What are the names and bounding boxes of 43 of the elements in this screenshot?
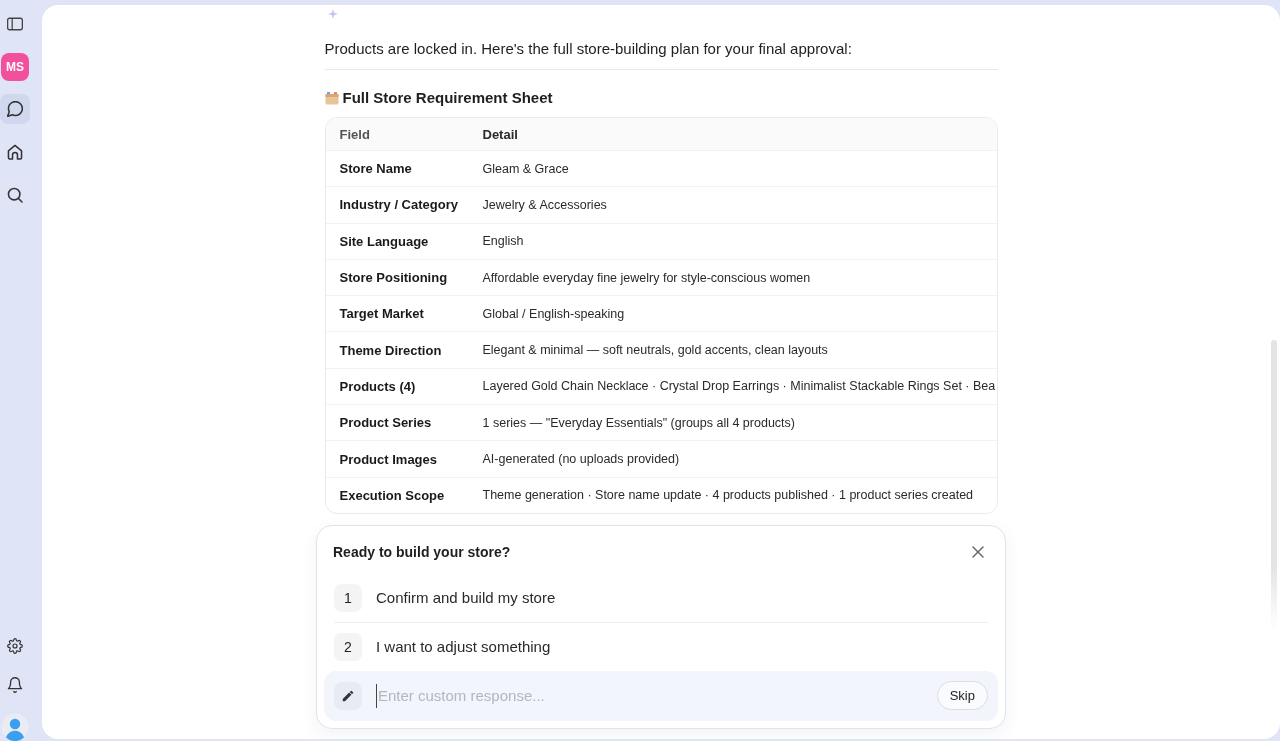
table-cell-text: Industry / Category bbox=[338, 197, 459, 213]
section-heading: Full Store Requirement Sheet bbox=[342, 88, 553, 108]
table-cell-text: Elegant & minimal — soft neutrals, gold accents, clean layouts bbox=[482, 343, 829, 358]
chat-bubble-icon bbox=[7, 101, 23, 117]
table-cell-text: 1 series — "Everyday Essentials" (groups all 4 products) bbox=[482, 415, 796, 430]
table-cell-text: Target Market bbox=[338, 306, 425, 322]
column-header: Field bbox=[338, 126, 371, 142]
table-cell-text: Product Images bbox=[338, 451, 439, 467]
custom-response-input[interactable]: Enter custom response... bbox=[376, 683, 923, 708]
table-cell-text: Global / English-speaking bbox=[482, 306, 626, 321]
question-title: Ready to build your store? bbox=[333, 542, 511, 561]
sparkle-icon bbox=[327, 9, 338, 19]
table-cell-text: Store Positioning bbox=[338, 270, 449, 286]
table-cell-text: Products (4) bbox=[338, 378, 417, 394]
table-cell-text: AI-generated (no uploads provided) bbox=[482, 452, 681, 466]
table-cell-text: Store Name bbox=[338, 161, 413, 177]
sidebar-toggle-icon[interactable] bbox=[7, 16, 23, 32]
answer-option[interactable]: 1 Confirm and build my store bbox=[334, 573, 988, 623]
table-cell-text: Product Series bbox=[338, 415, 433, 431]
table-cell-text: Execution Scope bbox=[338, 487, 446, 503]
skip-button[interactable]: Skip bbox=[936, 681, 988, 711]
table-cell-text: Site Language bbox=[338, 233, 430, 249]
close-icon[interactable] bbox=[972, 545, 984, 558]
card-box-icon bbox=[324, 91, 339, 105]
table-cell-text: Theme Direction bbox=[338, 342, 443, 358]
bell-icon[interactable] bbox=[7, 677, 23, 693]
column-header: Detail bbox=[482, 126, 519, 142]
table-cell-text: Affordable everyday fine jewelry for style-conscious women bbox=[482, 270, 812, 285]
option-number: 2 bbox=[334, 632, 362, 661]
option-number: 1 bbox=[334, 583, 362, 612]
table-cell-text: Gleam & Grace bbox=[482, 161, 570, 176]
pencil-icon bbox=[334, 681, 362, 710]
custom-response-field[interactable]: Enter custom response... Skip bbox=[324, 670, 998, 721]
message-text: Products are locked in. Here's the full store-building plan for your final approval: bbox=[324, 38, 998, 70]
table-cell-text: English bbox=[482, 234, 525, 249]
search-icon bbox=[7, 187, 23, 203]
table-cell-text: Jewelry & Accessories bbox=[482, 197, 608, 212]
home-icon bbox=[7, 144, 23, 160]
chat-nav-button[interactable] bbox=[0, 94, 30, 124]
table-cell: Layered Gold Chain Necklace · Crystal Drop Earrings · Minimalist Stackable Rings Set · Bea bbox=[482, 379, 997, 394]
settings-icon[interactable] bbox=[7, 638, 23, 654]
answer-option[interactable]: 2 I want to adjust something bbox=[334, 622, 988, 671]
table-cell-text: Theme generation · Store name update · 4 products published · 1 product series created bbox=[482, 488, 975, 503]
